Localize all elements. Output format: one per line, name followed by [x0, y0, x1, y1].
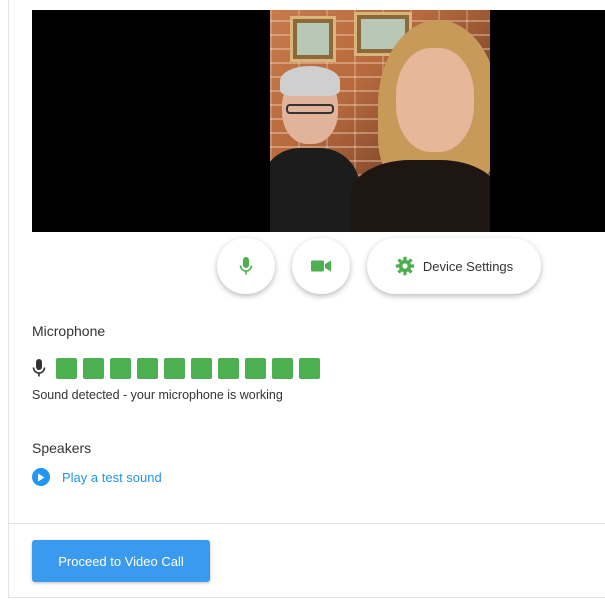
device-check-panel: Device Settings Microphone Sound detecte… [8, 0, 605, 598]
picture-frame [290, 16, 336, 62]
person-body [350, 160, 490, 232]
play-test-sound-label: Play a test sound [62, 469, 162, 485]
video-preview [32, 10, 605, 232]
level-bar [164, 357, 185, 379]
camera-toggle-button[interactable] [292, 238, 350, 294]
microphone-icon [239, 257, 253, 275]
microphone-heading: Microphone [32, 323, 106, 339]
level-bar [110, 357, 131, 379]
microphone-toggle-button[interactable] [217, 238, 275, 294]
play-icon [32, 468, 50, 486]
level-bar [137, 357, 158, 379]
level-bar [245, 357, 266, 379]
level-bar [299, 357, 320, 379]
gear-icon [395, 256, 415, 276]
person-body [270, 148, 360, 232]
microphone-status: Sound detected - your microphone is work… [32, 388, 283, 402]
microphone-icon [32, 359, 46, 377]
level-bar [56, 357, 77, 379]
camera-feed [270, 10, 490, 232]
level-bars [56, 357, 326, 379]
footer-divider [9, 523, 605, 524]
device-settings-label: Device Settings [422, 258, 514, 274]
play-test-sound-link[interactable]: Play a test sound [32, 468, 162, 486]
level-bar [83, 357, 104, 379]
level-bar [218, 357, 239, 379]
person-head [396, 48, 474, 152]
speakers-heading: Speakers [32, 440, 92, 456]
media-controls: Device Settings [9, 238, 605, 300]
level-bar [191, 357, 212, 379]
device-settings-button[interactable]: Device Settings [367, 238, 541, 294]
person-glasses [286, 104, 334, 114]
microphone-level-meter [32, 356, 326, 380]
level-bar [272, 357, 293, 379]
proceed-to-video-call-button[interactable]: Proceed to Video Call [32, 540, 210, 582]
video-camera-icon [311, 260, 331, 272]
person-hair [280, 66, 340, 96]
